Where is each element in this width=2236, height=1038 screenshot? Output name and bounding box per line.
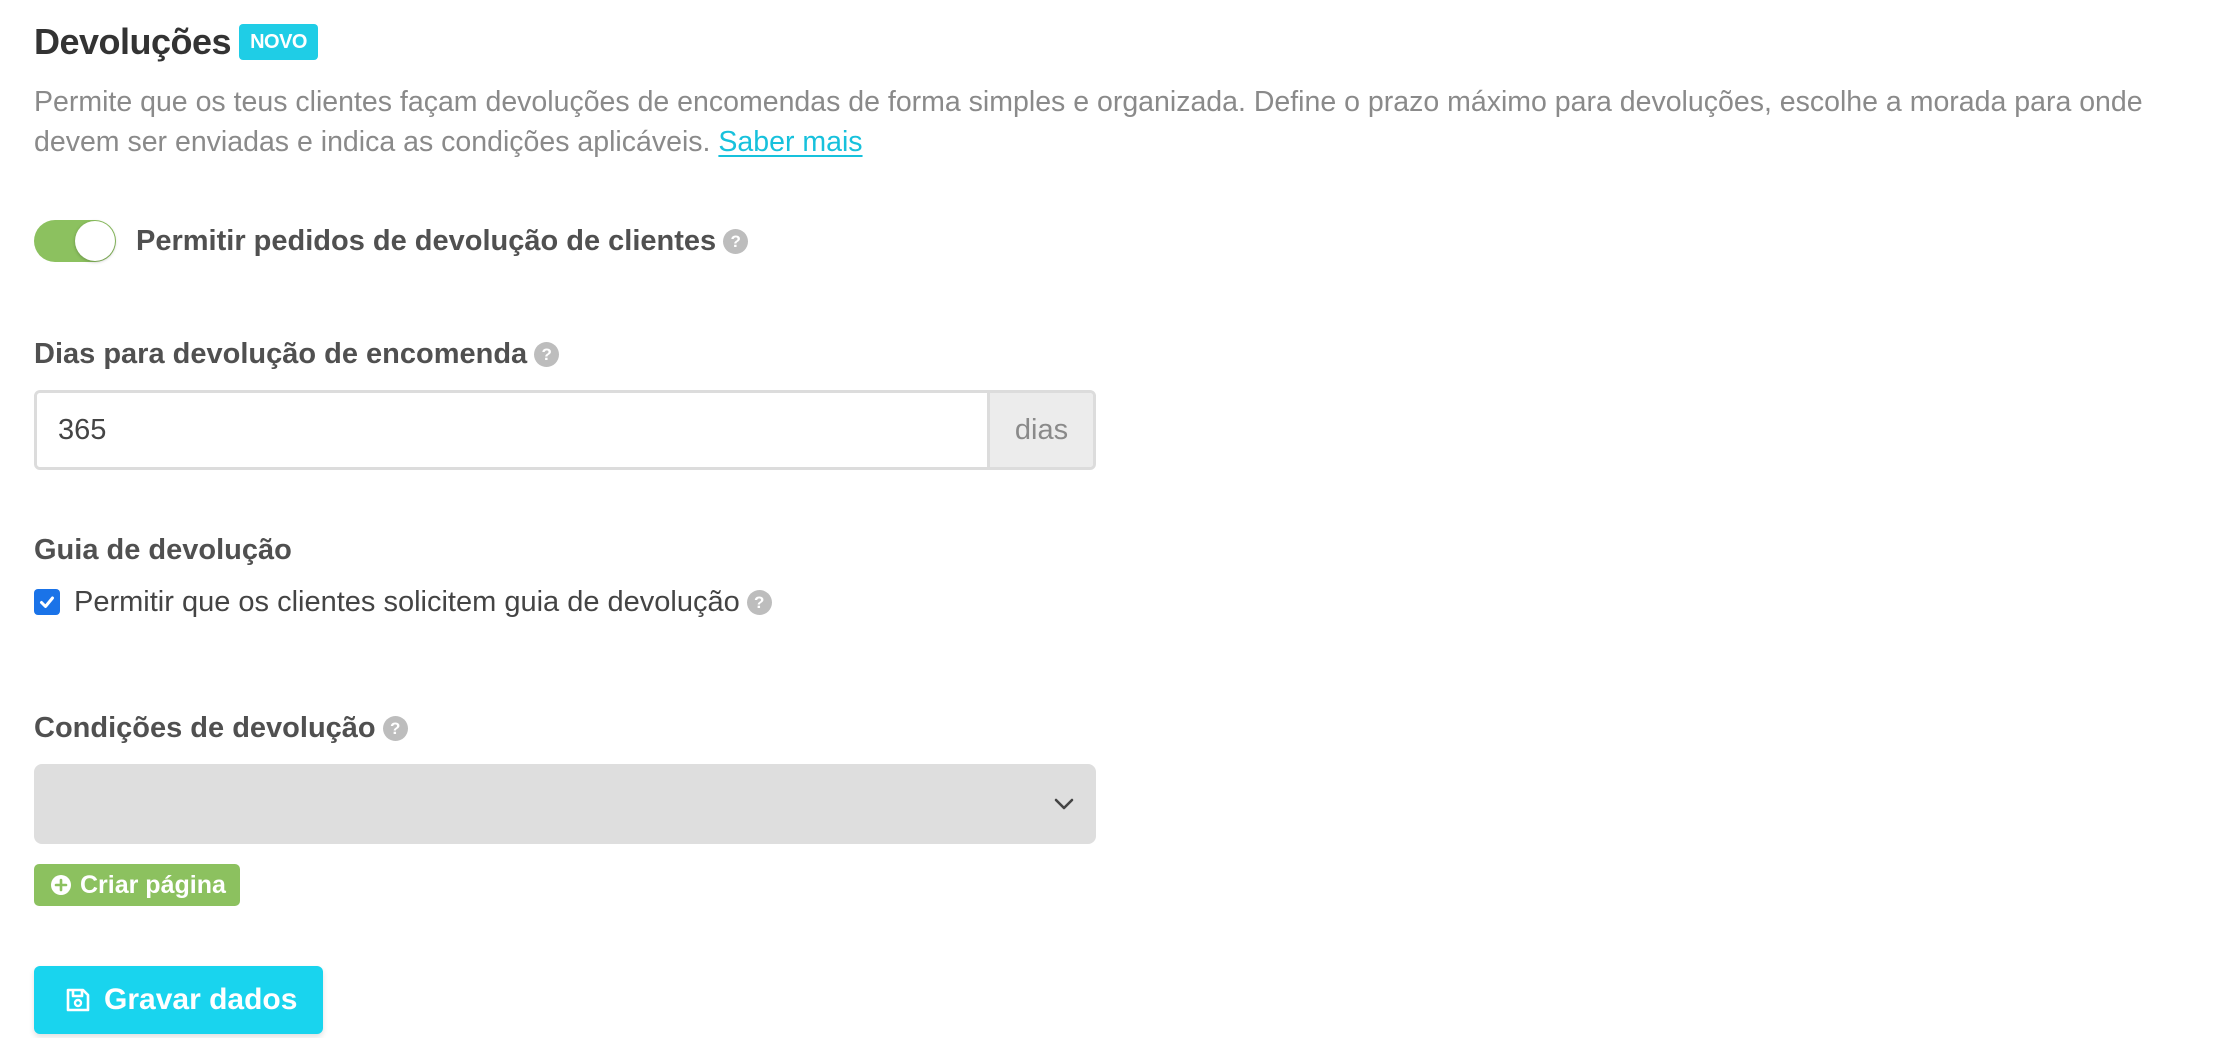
page-title: Devoluções bbox=[34, 21, 232, 62]
return-days-input[interactable] bbox=[37, 393, 987, 467]
chevron-down-icon bbox=[1054, 798, 1074, 810]
checkmark-icon bbox=[40, 596, 54, 608]
return-days-input-group: dias bbox=[34, 390, 1096, 470]
allow-returns-row: Permitir pedidos de devolução de cliente… bbox=[34, 218, 2202, 264]
description-text: Permite que os teus clientes façam devol… bbox=[34, 86, 2143, 158]
returns-settings-panel: Devoluções NOVO Permite que os teus clie… bbox=[0, 0, 2236, 1038]
learn-more-link[interactable]: Saber mais bbox=[718, 126, 862, 158]
create-page-button[interactable]: Criar página bbox=[34, 864, 240, 906]
header: Devoluções NOVO bbox=[34, 20, 2202, 64]
return-conditions-label: Condições de devolução ? bbox=[34, 710, 2202, 746]
days-unit-addon: dias bbox=[987, 393, 1093, 467]
create-page-label: Criar página bbox=[80, 870, 226, 899]
return-conditions-label-text: Condições de devolução bbox=[34, 711, 376, 744]
return-guide-checkbox-row: Permitir que os clientes solicitem guia … bbox=[34, 582, 2202, 622]
question-circle-icon[interactable]: ? bbox=[746, 589, 772, 615]
return-days-label: Dias para devolução de encomenda ? bbox=[34, 336, 2202, 372]
return-conditions-select[interactable] bbox=[34, 764, 1096, 844]
toggle-knob bbox=[75, 221, 115, 261]
return-guide-field: Guia de devolução Permitir que os client… bbox=[34, 532, 2202, 622]
save-label: Gravar dados bbox=[104, 983, 298, 1016]
question-circle-icon[interactable]: ? bbox=[723, 228, 749, 254]
allow-returns-label: Permitir pedidos de devolução de cliente… bbox=[136, 224, 717, 257]
return-guide-checkbox[interactable] bbox=[34, 589, 60, 615]
return-conditions-field: Condições de devolução ? Criar página bbox=[34, 710, 2202, 906]
return-days-field: Dias para devolução de encomenda ? dias bbox=[34, 336, 2202, 470]
plus-circle-icon bbox=[51, 875, 71, 895]
question-circle-icon[interactable]: ? bbox=[534, 341, 560, 367]
new-badge: NOVO bbox=[239, 24, 318, 60]
return-guide-heading: Guia de devolução bbox=[34, 533, 292, 566]
save-button[interactable]: Gravar dados bbox=[34, 966, 324, 1034]
return-guide-checkbox-label[interactable]: Permitir que os clientes solicitem guia … bbox=[74, 586, 740, 619]
return-days-label-text: Dias para devolução de encomenda bbox=[34, 337, 528, 370]
allow-returns-toggle[interactable] bbox=[34, 220, 116, 262]
question-circle-icon[interactable]: ? bbox=[382, 715, 408, 741]
floppy-disk-icon bbox=[66, 988, 90, 1012]
description: Permite que os teus clientes façam devol… bbox=[34, 82, 2214, 162]
